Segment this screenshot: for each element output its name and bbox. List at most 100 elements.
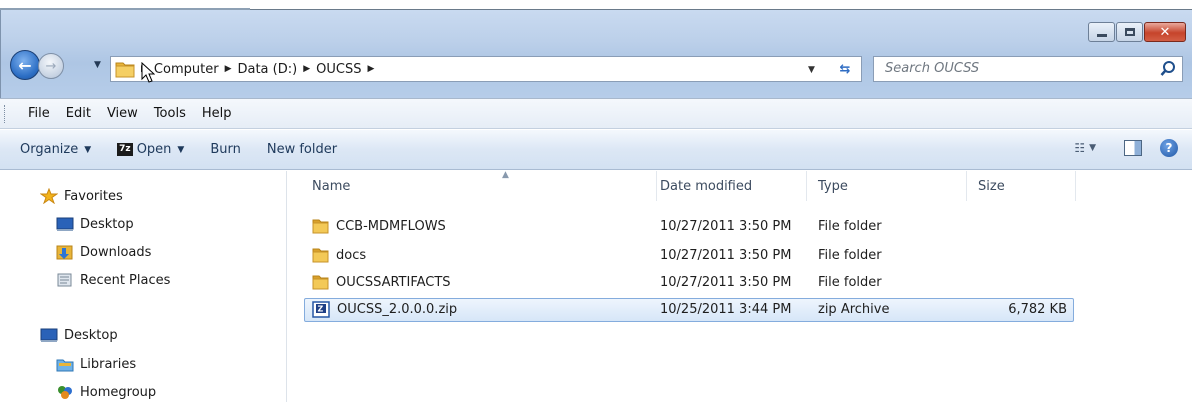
refresh-button[interactable]: ⇆ bbox=[830, 58, 860, 80]
background-window-strip bbox=[0, 0, 1192, 10]
new-folder-button[interactable]: New folder bbox=[267, 142, 337, 157]
chevron-right-icon[interactable]: ▶ bbox=[301, 64, 312, 74]
change-view-icon[interactable]: ☷ bbox=[1074, 141, 1085, 155]
sidebar-item-label: Desktop bbox=[64, 327, 118, 343]
breadcrumb-data-drive[interactable]: Data (D:) bbox=[233, 62, 301, 77]
column-header-type[interactable]: Type bbox=[807, 171, 967, 201]
sidebar-item-desktop[interactable]: Desktop bbox=[56, 216, 134, 232]
command-bar: Organize ▼ 7z Open ▼ Burn New folder ☷ ▼ ? bbox=[0, 130, 1192, 170]
maximize-icon bbox=[1124, 28, 1135, 36]
sidebar-item-homegroup[interactable]: Homegroup bbox=[56, 384, 156, 400]
chevron-right-icon[interactable]: ▶ bbox=[365, 64, 376, 74]
recent-pages-dropdown[interactable]: ▼ bbox=[94, 60, 101, 70]
breadcrumb-oucss[interactable]: OUCSS bbox=[312, 62, 365, 77]
back-arrow-icon: ← bbox=[18, 55, 32, 75]
file-type: zip Archive bbox=[818, 302, 890, 317]
window-chrome: ✕ bbox=[0, 10, 1192, 98]
minimize-icon bbox=[1096, 33, 1107, 37]
homegroup-icon bbox=[56, 384, 74, 400]
help-icon[interactable]: ? bbox=[1160, 139, 1178, 157]
search-placeholder: Search OUCSS bbox=[885, 61, 980, 76]
table-row[interactable]: OUCSSARTIFACTS 10/27/2011 3:50 PM File f… bbox=[304, 272, 1074, 294]
view-controls: ☷ ▼ ? bbox=[1074, 139, 1178, 157]
back-button[interactable]: ← bbox=[10, 50, 40, 80]
chevron-down-icon: ▼ bbox=[84, 144, 92, 155]
sidebar-item-recent-places[interactable]: Recent Places bbox=[56, 272, 170, 288]
svg-text:Z: Z bbox=[318, 305, 324, 314]
file-type: File folder bbox=[818, 275, 882, 290]
mouse-cursor-icon bbox=[141, 62, 155, 83]
folder-icon bbox=[312, 247, 329, 267]
open-button[interactable]: 7z Open ▼ bbox=[117, 142, 184, 157]
sidebar-item-label: Libraries bbox=[80, 356, 137, 372]
sevenzip-icon: 7z bbox=[117, 143, 133, 156]
forward-arrow-icon: → bbox=[45, 58, 57, 74]
forward-button[interactable]: → bbox=[38, 53, 64, 79]
menu-view[interactable]: View bbox=[99, 106, 146, 121]
chevron-right-icon[interactable]: ▶ bbox=[223, 64, 234, 74]
desktop-icon bbox=[56, 216, 74, 232]
file-name: OUCSSARTIFACTS bbox=[336, 275, 451, 290]
column-header-size[interactable]: Size bbox=[967, 171, 1076, 201]
star-icon bbox=[39, 187, 59, 205]
organize-button[interactable]: Organize ▼ bbox=[20, 142, 91, 157]
minimize-button[interactable] bbox=[1088, 22, 1115, 42]
file-date: 10/25/2011 3:44 PM bbox=[660, 302, 792, 317]
window-controls: ✕ bbox=[1087, 22, 1186, 42]
menu-tools[interactable]: Tools bbox=[146, 106, 194, 121]
sort-ascending-icon: ▲ bbox=[502, 170, 509, 180]
address-bar[interactable]: ▶ Computer ▶ Data (D:) ▶ OUCSS ▶ bbox=[110, 56, 862, 82]
file-name: docs bbox=[336, 248, 367, 263]
search-icon[interactable] bbox=[1160, 60, 1176, 78]
organize-label: Organize bbox=[20, 142, 79, 157]
downloads-folder-icon bbox=[56, 244, 74, 260]
folder-icon bbox=[312, 274, 329, 294]
refresh-icon: ⇆ bbox=[839, 61, 851, 77]
menu-file[interactable]: File bbox=[20, 106, 58, 121]
folder-icon bbox=[115, 62, 135, 78]
sidebar-item-label: Downloads bbox=[80, 244, 152, 260]
table-row[interactable]: docs 10/27/2011 3:50 PM File folder bbox=[304, 245, 1074, 267]
breadcrumb-computer[interactable]: Computer bbox=[150, 62, 223, 77]
sidebar-favorites-header[interactable]: Favorites bbox=[39, 187, 123, 205]
search-input[interactable]: Search OUCSS bbox=[873, 56, 1183, 82]
file-name: OUCSS_2.0.0.0.zip bbox=[337, 302, 458, 317]
menu-help[interactable]: Help bbox=[194, 106, 240, 121]
file-type: File folder bbox=[818, 219, 882, 234]
open-label: Open bbox=[136, 142, 172, 157]
sidebar-item-label: Desktop bbox=[80, 216, 134, 232]
recent-places-icon bbox=[56, 272, 74, 288]
preview-pane-icon[interactable] bbox=[1124, 140, 1142, 156]
libraries-icon bbox=[56, 356, 74, 372]
file-date: 10/27/2011 3:50 PM bbox=[660, 248, 792, 263]
chevron-down-icon: ▼ bbox=[177, 144, 185, 155]
file-size: 6,782 KB bbox=[1008, 302, 1067, 317]
chevron-down-icon[interactable]: ▼ bbox=[1089, 143, 1096, 153]
zip-archive-icon: Z bbox=[312, 301, 330, 323]
folder-icon bbox=[312, 218, 329, 238]
file-date: 10/27/2011 3:50 PM bbox=[660, 275, 792, 290]
table-row-selected[interactable]: Z OUCSS_2.0.0.0.zip 10/25/2011 3:44 PM z… bbox=[304, 298, 1074, 322]
file-date: 10/27/2011 3:50 PM bbox=[660, 219, 792, 234]
desktop-icon bbox=[40, 327, 58, 343]
menu-edit[interactable]: Edit bbox=[58, 106, 99, 121]
file-name: CCB-MDMFLOWS bbox=[336, 219, 446, 234]
burn-button[interactable]: Burn bbox=[210, 142, 241, 157]
breadcrumb: ▶ Computer ▶ Data (D:) ▶ OUCSS ▶ bbox=[139, 57, 376, 81]
menu-bar: File Edit View Tools Help bbox=[0, 98, 1192, 129]
sidebar-item-libraries[interactable]: Libraries bbox=[56, 356, 136, 372]
close-icon: ✕ bbox=[1159, 24, 1171, 40]
maximize-button[interactable] bbox=[1116, 22, 1143, 42]
address-history-dropdown[interactable]: ▼ bbox=[808, 65, 815, 75]
sidebar-item-downloads[interactable]: Downloads bbox=[56, 244, 151, 260]
sidebar-favorites-label: Favorites bbox=[64, 188, 123, 204]
file-type: File folder bbox=[818, 248, 882, 263]
column-header-name[interactable]: Name bbox=[301, 171, 657, 201]
sidebar-item-desktop-root[interactable]: Desktop bbox=[40, 327, 118, 343]
menu-grip bbox=[4, 105, 8, 123]
column-header-date-modified[interactable]: Date modified bbox=[649, 171, 807, 201]
sidebar-item-label: Homegroup bbox=[80, 384, 157, 400]
close-button[interactable]: ✕ bbox=[1144, 22, 1186, 42]
sidebar-item-label: Recent Places bbox=[80, 272, 171, 288]
table-row[interactable]: CCB-MDMFLOWS 10/27/2011 3:50 PM File fol… bbox=[304, 216, 1074, 238]
